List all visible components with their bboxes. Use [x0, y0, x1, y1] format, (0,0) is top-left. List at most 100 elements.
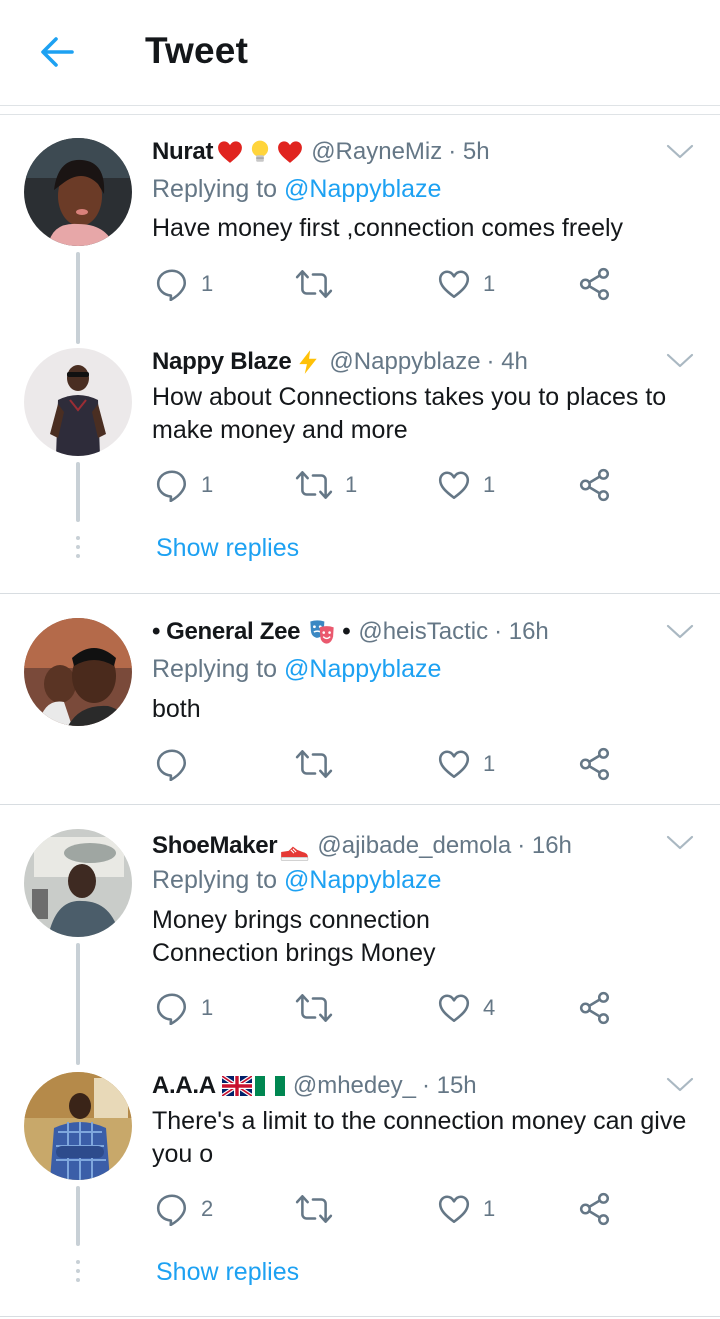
tweet-header: Nappy Blaze @Nappyblaze · 4h	[152, 348, 528, 376]
retweet-icon	[295, 267, 333, 301]
tweet-text: There's a limit to the connection money …	[152, 1105, 692, 1171]
red-heart-icon	[217, 139, 243, 165]
replying-to: Replying to @Nappyblaze	[152, 175, 441, 204]
reply-icon	[155, 991, 189, 1025]
reply-icon	[155, 267, 189, 301]
tweet-text: How about Connections takes you to place…	[152, 381, 692, 447]
share-icon	[578, 267, 612, 301]
tweet-text-line: Money brings connection	[152, 906, 430, 934]
reply-icon	[155, 747, 189, 781]
display-name[interactable]: Nappy Blaze	[152, 348, 292, 376]
share-button[interactable]	[578, 467, 612, 503]
divider	[0, 804, 720, 805]
uk-flag-icon	[222, 1076, 252, 1096]
reply-icon	[155, 1192, 189, 1226]
user-handle[interactable]: @mhedey_	[293, 1072, 416, 1100]
replying-label: Replying to	[152, 866, 278, 894]
page-title: Tweet	[145, 30, 249, 71]
share-icon	[578, 468, 612, 502]
avatar[interactable]	[24, 138, 132, 246]
chevron-down-icon[interactable]	[666, 143, 694, 161]
timestamp: · 5h	[448, 138, 490, 165]
replying-label: Replying to	[152, 175, 278, 203]
chevron-down-icon[interactable]	[666, 1076, 694, 1094]
like-button[interactable]: 1	[437, 467, 495, 503]
thread-line	[76, 252, 80, 344]
avatar[interactable]	[24, 1072, 132, 1180]
user-handle[interactable]: @heisTactic	[358, 618, 488, 646]
share-icon	[578, 991, 612, 1025]
share-button[interactable]	[578, 746, 612, 782]
share-button[interactable]	[578, 266, 612, 302]
avatar[interactable]	[24, 829, 132, 937]
user-handle[interactable]: @Nappyblaze	[329, 348, 480, 376]
retweet-count: 1	[345, 472, 358, 497]
display-name[interactable]: ShoeMaker	[152, 832, 278, 860]
retweet-button[interactable]	[295, 1191, 345, 1227]
tweet-text: Have money first ,connection comes freel…	[152, 214, 624, 242]
retweet-icon	[295, 991, 333, 1025]
heart-icon	[437, 1192, 471, 1226]
like-button[interactable]: 1	[437, 266, 495, 302]
replying-to: Replying to @Nappyblaze	[152, 655, 441, 684]
tweet-text-line: How about Connections takes you to place…	[152, 383, 667, 411]
retweet-button[interactable]: 1	[295, 467, 357, 503]
reply-button[interactable]: 1	[155, 990, 213, 1026]
like-count: 1	[483, 751, 496, 776]
retweet-icon	[295, 1192, 333, 1226]
heart-icon	[437, 991, 471, 1025]
show-replies-link[interactable]: Show replies	[156, 1258, 299, 1287]
reply-button[interactable]: 1	[155, 266, 213, 302]
like-button[interactable]: 1	[437, 746, 495, 782]
avatar[interactable]	[24, 348, 132, 456]
timestamp: · 15h	[421, 1072, 477, 1099]
tweet-text: both	[152, 695, 201, 723]
retweet-button[interactable]	[295, 990, 345, 1026]
name-bullet: •	[342, 618, 351, 645]
share-button[interactable]	[578, 990, 612, 1026]
header-divider	[0, 106, 720, 115]
tweet-text: Money brings connection Connection bring…	[152, 904, 692, 970]
tweet-actions: 1 1	[155, 266, 625, 302]
thread-dots	[76, 1260, 80, 1287]
show-replies-link[interactable]: Show replies	[156, 534, 299, 563]
tweet-header: ShoeMaker @ajibade_demola · 16h	[152, 829, 572, 863]
thread-dots	[76, 536, 80, 563]
reply-count: 1	[201, 995, 214, 1020]
avatar[interactable]	[24, 618, 132, 726]
chevron-down-icon[interactable]	[666, 623, 694, 641]
arrow-left-icon[interactable]	[36, 30, 80, 74]
tweet-header: • General Zee • @heisTactic · 16h	[152, 618, 549, 646]
like-button[interactable]: 4	[437, 990, 495, 1026]
display-name[interactable]: General Zee	[166, 618, 300, 646]
share-button[interactable]	[578, 1191, 612, 1227]
display-name[interactable]: Nurat	[152, 138, 213, 166]
heart-icon	[437, 747, 471, 781]
retweet-button[interactable]	[295, 746, 345, 782]
reply-button[interactable]: 2	[155, 1191, 213, 1227]
user-handle[interactable]: @ajibade_demola	[317, 832, 511, 860]
theater-masks-icon	[308, 618, 336, 646]
like-button[interactable]: 1	[437, 1191, 495, 1227]
reply-button[interactable]: 1	[155, 467, 213, 503]
reply-button[interactable]	[155, 746, 201, 782]
mention-link[interactable]: @Nappyblaze	[284, 175, 441, 203]
user-handle[interactable]: @RayneMiz	[311, 138, 442, 166]
tweet-actions: 1 1 1	[155, 467, 625, 503]
tweet-actions: 2 1	[155, 1191, 625, 1227]
chevron-down-icon[interactable]	[666, 834, 694, 852]
reply-count: 2	[201, 1196, 214, 1221]
replying-label: Replying to	[152, 655, 278, 683]
chevron-down-icon[interactable]	[666, 352, 694, 370]
mention-link[interactable]: @Nappyblaze	[284, 866, 441, 894]
retweet-button[interactable]	[295, 266, 345, 302]
replying-to: Replying to @Nappyblaze	[152, 866, 441, 895]
thread-line	[76, 462, 80, 522]
divider	[0, 1316, 720, 1317]
tweet-text-line: Connection brings Money	[152, 939, 436, 967]
reply-count: 1	[201, 472, 214, 497]
display-name[interactable]: A.A.A	[152, 1072, 216, 1100]
thread-line	[76, 943, 80, 1065]
timestamp: · 16h	[494, 618, 549, 645]
mention-link[interactable]: @Nappyblaze	[284, 655, 441, 683]
